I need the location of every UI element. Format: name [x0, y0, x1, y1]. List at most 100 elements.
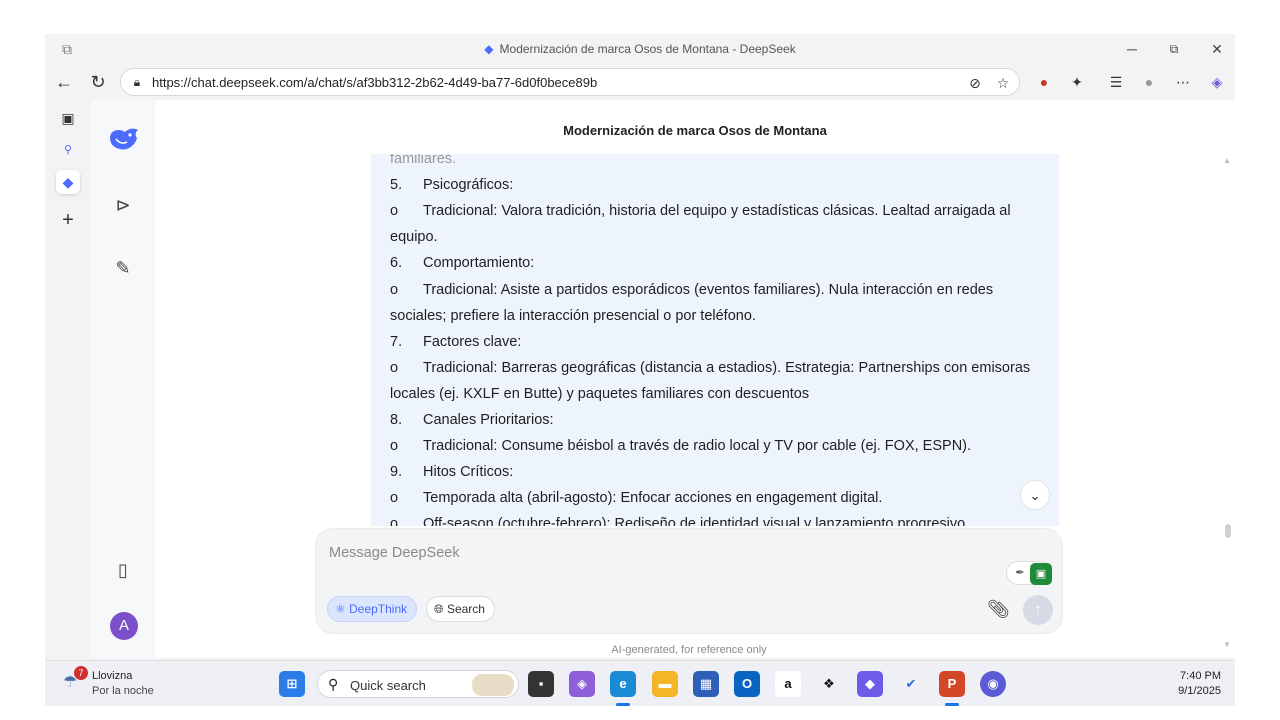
- line-text: Hitos Críticos:: [423, 464, 514, 481]
- scroll-down-arrow-icon[interactable]: ▼: [1223, 640, 1231, 649]
- edge-vertical-sidebar: ▣ ⚲ ◆ +: [45, 100, 91, 658]
- discord-icon[interactable]: ◉: [980, 671, 1006, 697]
- assistant-message: familiares. 5. Psicográficos: o Tradicional:…: [371, 154, 1059, 526]
- line-text: Tradicional: Asiste a partidos esporádic…: [423, 281, 994, 298]
- message-line: locales (ej. KXLF en Butte) y paquetes f…: [390, 386, 809, 402]
- message-input[interactable]: Message DeepSeek: [329, 545, 460, 561]
- scroll-to-bottom-button[interactable]: ⌄: [1020, 480, 1050, 510]
- extension-icon[interactable]: ●: [1034, 72, 1054, 92]
- close-window-button[interactable]: ✕: [1202, 39, 1232, 59]
- deepseek-tab-icon[interactable]: ◆: [56, 170, 80, 194]
- favorites-icon[interactable]: ☰: [1106, 72, 1126, 92]
- system-clock[interactable]: 7:40 PM 9/1/2025: [1178, 669, 1221, 699]
- avatar[interactable]: A: [110, 612, 138, 640]
- dropbox-icon[interactable]: ❖: [816, 671, 842, 697]
- url-text[interactable]: https://chat.deepseek.com/a/chat/s/af3bb…: [152, 75, 597, 90]
- refresh-button[interactable]: ↻: [85, 70, 111, 94]
- line-text: familiares.: [390, 154, 457, 167]
- line-text: Off-season (octubre-febrero): Rediseño d…: [423, 516, 966, 526]
- message-line: 6. Comportamiento:: [390, 255, 534, 271]
- site-info-icon[interactable]: 🔒︎: [129, 74, 145, 90]
- mobile-app-icon[interactable]: ▯: [109, 556, 137, 584]
- new-chat-icon[interactable]: ✎: [109, 254, 137, 282]
- extension-pill[interactable]: ✒ ▣: [1006, 561, 1052, 585]
- message-composer[interactable]: Message DeepSeek ✒ ▣ ⚛ DeepThink 🌐︎ Sear…: [315, 528, 1063, 634]
- weather-widget[interactable]: ☂ 7 Llovizna Por la noche: [63, 666, 173, 700]
- toggle-sidebar-icon[interactable]: ⊳: [109, 191, 137, 219]
- list-marker: 5.: [390, 177, 403, 194]
- address-bar[interactable]: 🔒︎ https://chat.deepseek.com/a/chat/s/af…: [120, 68, 1020, 96]
- line-text: locales (ej. KXLF en Butte) y paquetes f…: [390, 385, 810, 402]
- deepseek-logo-icon[interactable]: [107, 124, 141, 154]
- line-text: Canales Prioritarios:: [423, 412, 554, 428]
- message-line: 5. Psicográficos:: [390, 177, 513, 193]
- list-marker: 7.: [390, 333, 403, 350]
- quick-search-box[interactable]: ⚲ Quick search: [317, 670, 519, 698]
- clock-time: 7:40 PM: [1180, 670, 1221, 682]
- line-text: Psicográficos:: [423, 177, 514, 194]
- line-text: Tradicional: Valora tradición, historia …: [423, 203, 1011, 220]
- window-title-text: Modernización de marca Osos de Montana -…: [499, 42, 796, 56]
- copilot-icon[interactable]: ◈: [1207, 72, 1227, 92]
- line-text: sociales; prefiere la interacción presen…: [390, 307, 756, 324]
- copilot-app-icon[interactable]: ◈: [569, 671, 595, 697]
- message-line: equipo.: [390, 229, 438, 245]
- scroll-thumb[interactable]: [1225, 524, 1231, 538]
- list-marker: o: [390, 438, 399, 455]
- line-text: equipo.: [390, 229, 438, 246]
- notification-badge: 7: [74, 666, 88, 680]
- store-icon[interactable]: ▦: [693, 671, 719, 697]
- attach-file-icon[interactable]: 📎︎: [987, 596, 1010, 622]
- message-line: familiares.: [390, 154, 456, 167]
- amazon-icon[interactable]: a: [775, 671, 801, 697]
- powerpoint-icon[interactable]: P: [939, 671, 965, 697]
- title-bar: ⧉ ◆ Modernización de marca Osos de Montan…: [45, 34, 1235, 64]
- tracking-prevention-icon[interactable]: ⊘: [965, 74, 985, 92]
- profile-icon[interactable]: ●: [1139, 72, 1159, 92]
- task-view-icon[interactable]: ▪: [528, 671, 554, 697]
- edge-active-indicator: [616, 703, 630, 706]
- search-highlight-image: [472, 674, 514, 696]
- list-marker: o: [390, 490, 399, 507]
- weather-condition: Llovizna: [92, 670, 133, 682]
- m365-icon[interactable]: ◆: [857, 671, 883, 697]
- minimize-button[interactable]: ─: [1117, 39, 1147, 59]
- list-marker: o: [390, 359, 399, 376]
- search-icon: ⚲: [328, 676, 339, 692]
- outlook-icon[interactable]: O: [734, 671, 760, 697]
- list-marker: o: [390, 203, 399, 220]
- deepseek-favicon-icon: ◆: [484, 42, 494, 56]
- list-marker: 9.: [390, 464, 403, 481]
- line-text: Tradicional: Barreras geográficas (dista…: [423, 359, 1031, 376]
- message-line: 8. Canales Prioritarios:: [390, 412, 554, 428]
- line-text: Factores clave:: [423, 333, 522, 350]
- clock-date: 9/1/2025: [1178, 685, 1221, 697]
- atom-icon: ⚛: [335, 602, 346, 616]
- weather-sub: Por la noche: [92, 685, 154, 697]
- edge-app-icon[interactable]: e: [610, 671, 636, 697]
- restore-button[interactable]: ⧉: [1159, 39, 1189, 59]
- line-text: Tradicional: Consume béisbol a través de…: [423, 438, 972, 455]
- window-title: ◆ Modernización de marca Osos de Montana …: [45, 42, 1235, 56]
- address-bar-row: ← ↻ 🔒︎ https://chat.deepseek.com/a/chat/…: [45, 64, 1235, 100]
- page-scrollbar[interactable]: ▲ ▼: [1223, 156, 1233, 656]
- search-icon[interactable]: ⚲: [56, 138, 80, 162]
- deepthink-button[interactable]: ⚛ DeepThink: [327, 596, 418, 622]
- sidebar-tabs-icon[interactable]: ▣: [56, 106, 80, 130]
- start-button[interactable]: ⊞: [279, 671, 305, 697]
- feather-icon[interactable]: ✒: [1012, 565, 1028, 581]
- more-menu-icon[interactable]: ⋯: [1173, 72, 1193, 92]
- search-button[interactable]: 🌐︎ Search: [426, 596, 495, 622]
- send-button[interactable]: ↑: [1023, 595, 1053, 625]
- line-text: Comportamiento:: [423, 255, 535, 272]
- favorite-star-icon[interactable]: ☆: [993, 74, 1013, 92]
- file-explorer-icon[interactable]: ▬: [652, 671, 678, 697]
- scroll-up-arrow-icon[interactable]: ▲: [1223, 156, 1231, 165]
- extensions-puzzle-icon[interactable]: ✦: [1067, 72, 1087, 92]
- browser-window: ⧉ ◆ Modernización de marca Osos de Montan…: [45, 34, 1235, 706]
- todo-icon[interactable]: ✔: [898, 671, 924, 697]
- message-line: sociales; prefiere la interacción presen…: [390, 308, 756, 324]
- robot-icon[interactable]: ▣: [1030, 563, 1052, 585]
- back-button[interactable]: ←: [51, 70, 77, 94]
- add-icon[interactable]: +: [56, 208, 80, 232]
